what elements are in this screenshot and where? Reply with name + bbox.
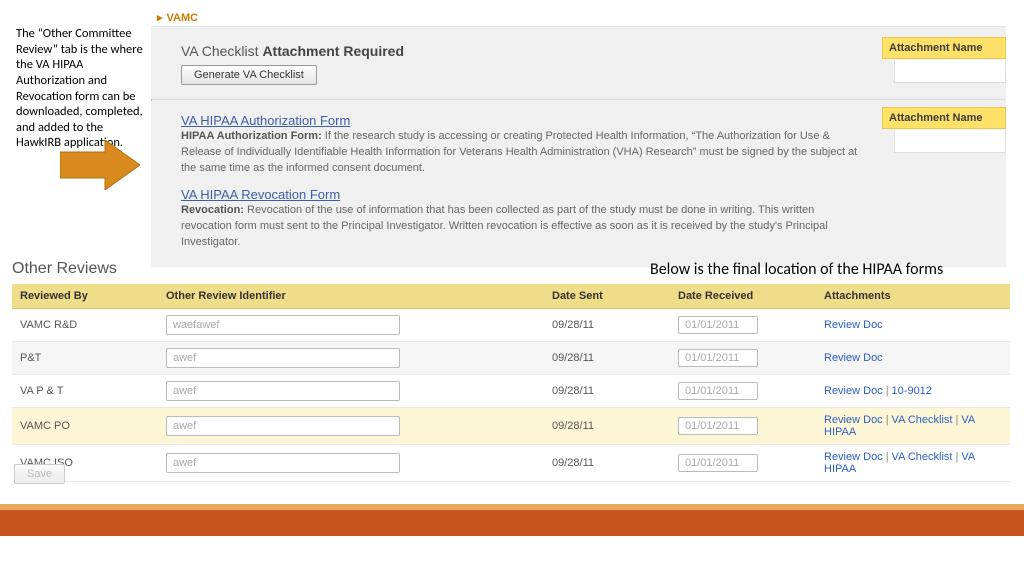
hipaa-auth-label: HIPAA Authorization Form: <box>181 130 322 142</box>
pipe-separator: | <box>955 414 958 426</box>
table-row: VAMC ISO09/28/1101/01/2011Review Doc|VA … <box>12 445 1010 482</box>
date-received-input[interactable]: 01/01/2011 <box>678 316 758 334</box>
pipe-separator: | <box>886 451 889 463</box>
table-row: VAMC R&D 09/28/11 01/01/2011 Review Doc <box>12 309 1010 342</box>
attachment-link[interactable]: 10-9012 <box>892 385 932 397</box>
cell-identifier <box>158 408 544 445</box>
attachment-required-label: Attachment Required <box>262 43 404 59</box>
other-reviews-heading: Other Reviews <box>12 260 117 278</box>
va-checklist-title-row: VA Checklist Attachment Required <box>181 43 988 59</box>
col-date-sent: Date Sent <box>544 284 670 309</box>
identifier-input[interactable] <box>166 416 400 436</box>
identifier-input[interactable] <box>166 453 400 473</box>
cell-date-received: 01/01/2011 <box>670 342 816 375</box>
right-callout-text: Below is the final location of the HIPAA… <box>650 260 943 279</box>
cell-attachments: Review Doc|10-9012 <box>816 375 1010 408</box>
hipaa-rev-desc: Revocation: Revocation of the use of inf… <box>181 203 858 251</box>
cell-date-received: 01/01/2011 <box>670 408 816 445</box>
va-checklist-title: VA Checklist <box>181 43 259 59</box>
table-header-row: Reviewed By Other Review Identifier Date… <box>12 284 1010 309</box>
vamc-header-bar: ▸ VAMC <box>151 9 1006 27</box>
vamc-header-text: VAMC <box>167 12 199 24</box>
identifier-input[interactable] <box>166 381 400 401</box>
cell-date-sent: 09/28/11 <box>544 375 670 408</box>
attachment-grid-2 <box>894 130 1006 153</box>
attachment-link[interactable]: Review Doc <box>824 319 883 331</box>
col-date-received: Date Received <box>670 284 816 309</box>
col-attachments: Attachments <box>816 284 1010 309</box>
attachment-link[interactable]: Review Doc <box>824 414 883 426</box>
attachment-name-header-1: Attachment Name <box>882 37 1006 59</box>
pipe-separator: | <box>886 414 889 426</box>
pipe-separator: | <box>955 451 958 463</box>
cell-identifier <box>158 445 544 482</box>
date-received-input[interactable]: 01/01/2011 <box>678 417 758 435</box>
hipaa-auth-desc: HIPAA Authorization Form: If the researc… <box>181 129 858 177</box>
hipaa-rev-text: Revocation of the use of information tha… <box>181 204 828 248</box>
date-received-input[interactable]: 01/01/2011 <box>678 454 758 472</box>
arrow-right-icon <box>60 140 140 190</box>
cell-date-sent: 09/28/11 <box>544 342 670 375</box>
save-button[interactable]: Save <box>14 464 65 484</box>
cell-attachments: Review Doc|VA Checklist|VA HIPAA <box>816 445 1010 482</box>
cell-identifier <box>158 309 544 342</box>
caret-right-icon: ▸ <box>157 12 163 24</box>
cell-attachments: Review Doc <box>816 342 1010 375</box>
cell-reviewed-by: VAMC R&D <box>12 309 158 342</box>
cell-reviewed-by: P&T <box>12 342 158 375</box>
hipaa-forms-block: VA HIPAA Authorization Form HIPAA Author… <box>151 101 1006 267</box>
cell-reviewed-by: VAMC PO <box>12 408 158 445</box>
hipaa-rev-label: Revocation: <box>181 204 244 216</box>
va-checklist-block: VA Checklist Attachment Required Generat… <box>151 27 1006 99</box>
cell-date-received: 01/01/2011 <box>670 375 816 408</box>
cell-date-sent: 09/28/11 <box>544 445 670 482</box>
date-received-input[interactable]: 01/01/2011 <box>678 349 758 367</box>
attachment-link[interactable]: VA Checklist <box>892 451 953 463</box>
hipaa-auth-link[interactable]: VA HIPAA Authorization Form <box>181 113 350 128</box>
attachment-link[interactable]: Review Doc <box>824 385 883 397</box>
identifier-input[interactable] <box>166 348 400 368</box>
attachment-grid-1 <box>894 60 1006 83</box>
cell-identifier <box>158 375 544 408</box>
attachment-name-header-2: Attachment Name <box>882 107 1006 129</box>
attachment-link[interactable]: Review Doc <box>824 451 883 463</box>
cell-attachments: Review Doc|VA Checklist|VA HIPAA <box>816 408 1010 445</box>
attachment-link[interactable]: Review Doc <box>824 352 883 364</box>
cell-attachments: Review Doc <box>816 309 1010 342</box>
cell-date-received: 01/01/2011 <box>670 445 816 482</box>
other-reviews-table: Reviewed By Other Review Identifier Date… <box>12 284 1010 482</box>
cell-identifier <box>158 342 544 375</box>
cell-date-sent: 09/28/11 <box>544 309 670 342</box>
cell-date-received: 01/01/2011 <box>670 309 816 342</box>
table-row: VAMC PO09/28/1101/01/2011Review Doc|VA C… <box>12 408 1010 445</box>
date-received-input[interactable]: 01/01/2011 <box>678 382 758 400</box>
cell-reviewed-by: VA P & T <box>12 375 158 408</box>
main-panel: ▸ VAMC VA Checklist Attachment Required G… <box>151 9 1006 267</box>
identifier-input[interactable] <box>166 315 400 335</box>
generate-va-checklist-button[interactable]: Generate VA Checklist <box>181 65 317 85</box>
attachment-link[interactable]: VA Checklist <box>892 414 953 426</box>
table-row: P&T 09/28/11 01/01/2011 Review Doc <box>12 342 1010 375</box>
pipe-separator: | <box>886 385 889 397</box>
col-identifier: Other Review Identifier <box>158 284 544 309</box>
hipaa-rev-link[interactable]: VA HIPAA Revocation Form <box>181 187 340 202</box>
cell-date-sent: 09/28/11 <box>544 408 670 445</box>
footer-bar <box>0 504 1024 536</box>
table-row: VA P & T 09/28/11 01/01/2011 Review Doc|10-… <box>12 375 1010 408</box>
left-callout-text: The “Other Committee Review” tab is the … <box>16 26 144 151</box>
col-reviewed-by: Reviewed By <box>12 284 158 309</box>
